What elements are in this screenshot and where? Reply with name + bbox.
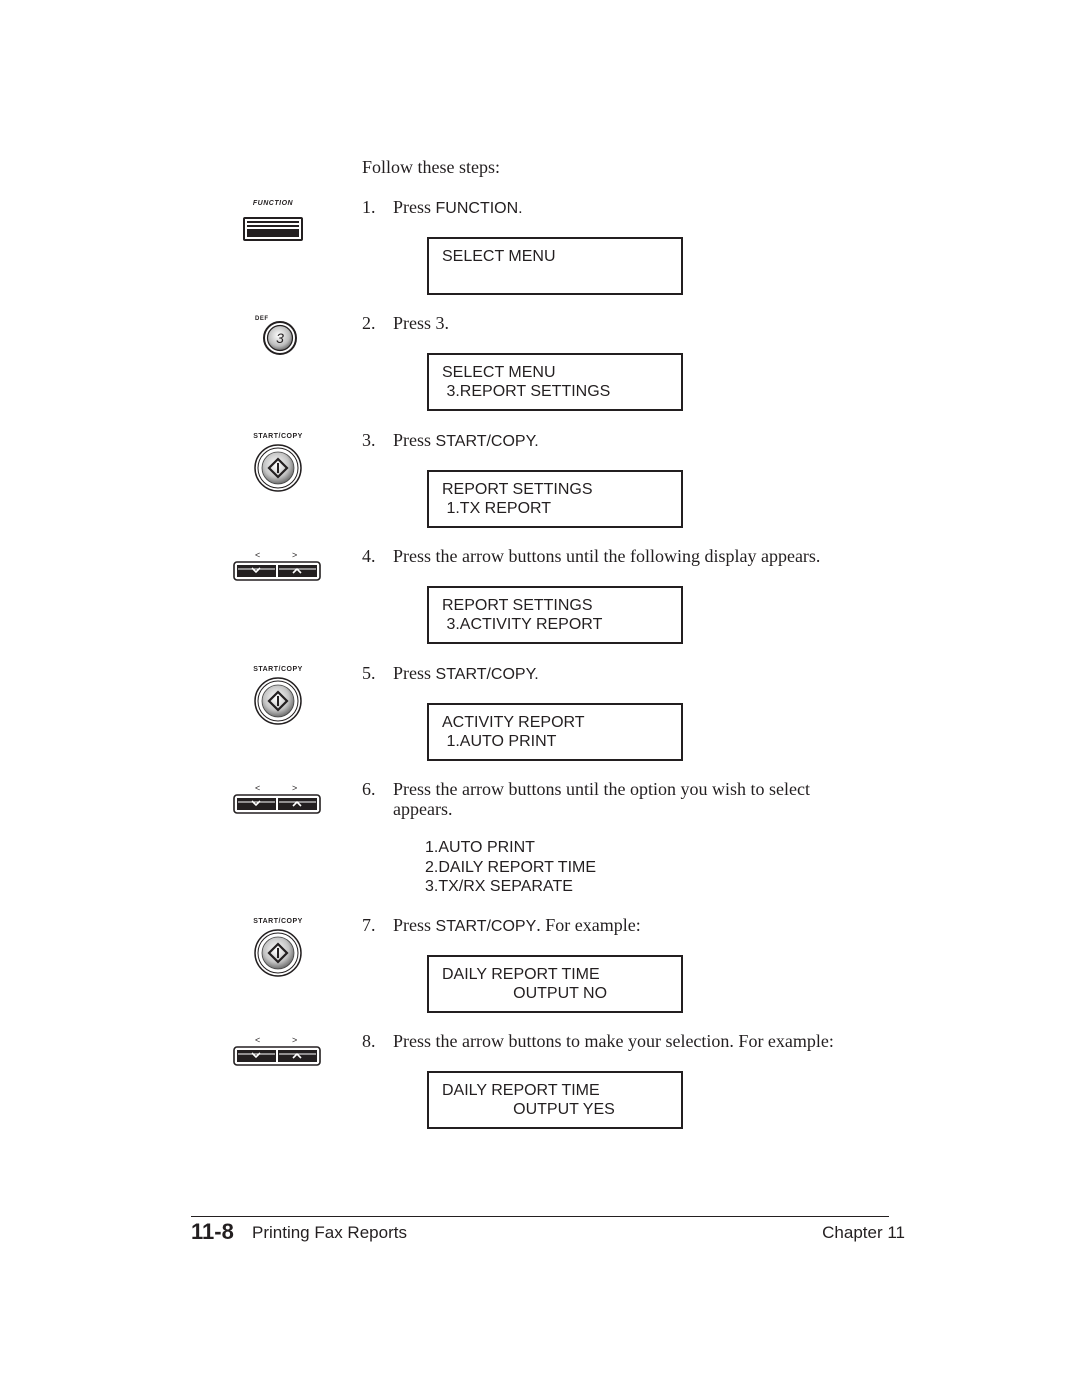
lcd-line-1: DAILY REPORT TIME [442,966,600,983]
lcd-line-1: SELECT MENU [442,364,556,381]
lcd-line-1: DAILY REPORT TIME [442,1082,600,1099]
intro-text: Follow these steps: [362,157,500,177]
lcd-line-2: 1.TX REPORT [442,500,552,517]
lcd-line-1: ACTIVITY REPORT [442,714,585,731]
start-copy-key: START/COPY [250,666,306,727]
lcd-line-2: OUTPUT YES [442,1101,615,1118]
option-item: 2.DAILY REPORT TIME [425,858,597,876]
lcd-line-1: REPORT SETTINGS [442,597,593,614]
step-text: Press START/COPY. [393,663,873,685]
step-text-after: . [518,200,523,217]
lcd-line-1: SELECT MENU [442,248,556,265]
lcd-display: REPORT SETTINGS 1.TX REPORT [427,470,683,528]
step-number: 3. [362,430,376,450]
arrow-right-label: > [292,1035,298,1045]
number-3-key: DEF 3 [255,316,301,356]
step-text: Press the arrow buttons to make your sel… [393,1031,834,1051]
step-number: 8. [362,1031,376,1051]
step-text-after: . [444,313,450,333]
lcd-display: DAILY REPORT TIME OUTPUT YES [427,1071,683,1129]
function-key-label: FUNCTION [252,200,294,207]
lcd-display: SELECT MENU [427,237,683,295]
step-key-name: START/COPY [435,666,535,683]
step-key-name: 3 [435,313,445,333]
step-text: Press the arrow buttons until the follow… [393,546,821,566]
page-number: 11-8 [191,1219,234,1244]
arrow-right-label: > [292,550,298,560]
arrow-keys-icon [233,561,321,581]
arrow-left-label: < [255,550,261,560]
step-text-before: Press [393,197,436,217]
step-text-before: Press [393,915,436,935]
step-number: 5. [362,663,376,683]
start-copy-key-icon [254,929,302,977]
arrow-keys-icon [233,794,321,814]
option-item: 1.AUTO PRINT [425,839,535,856]
arrow-right-label: > [292,783,298,793]
arrow-left-label: < [255,783,261,793]
lcd-line-2: 1.AUTO PRINT [442,733,557,750]
step-text: Press START/COPY. [393,430,873,452]
step-text-after: . [534,433,539,450]
option-item: 3.TX/RX SEPARATE [425,878,573,895]
step-text-before: Press [393,663,436,683]
arrow-left-label: < [255,1035,261,1045]
step-text-before: Press [393,430,436,450]
lcd-display: ACTIVITY REPORT 1.AUTO PRINT [427,703,683,761]
chapter-label: Chapter 11 [822,1223,905,1242]
start-copy-key-icon [254,677,302,725]
step-text-after: . [534,666,539,683]
section-title: Printing Fax Reports [252,1223,407,1242]
function-key: FUNCTION [243,200,303,243]
lcd-display: REPORT SETTINGS 3.ACTIVITY REPORT [427,586,683,644]
step-key-name: START/COPY [435,433,535,450]
step-key-name: START/COPY [435,918,537,935]
number-3-key-icon: 3 [263,321,297,355]
option-list: 1.AUTO PRINT 2.DAILY REPORT TIME 3.TX/RX… [425,838,596,897]
step-text-after: . For example: [536,915,641,935]
function-key-icon [243,217,303,241]
step-number: 2. [362,313,376,333]
step-text: Press the arrow buttons until the option… [393,779,810,819]
footer-divider [191,1216,889,1217]
start-copy-key-icon [254,444,302,492]
start-copy-key-label: START/COPY [253,666,303,673]
start-copy-key-label: START/COPY [253,918,303,925]
step-number: 1. [362,197,376,217]
arrow-keys-icon [233,1046,321,1066]
key-glyph: 3 [276,330,284,346]
start-copy-key: START/COPY [250,433,306,494]
lcd-line-2: 3.ACTIVITY REPORT [442,616,603,633]
step-text: Press START/COPY. For example: [393,915,873,937]
step-number: 7. [362,915,376,935]
start-copy-key: START/COPY [250,918,306,979]
lcd-line-2: 3.REPORT SETTINGS [442,383,611,400]
lcd-line-2: OUTPUT NO [442,985,608,1002]
step-key-name: FUNCTION [435,200,519,217]
step-text: Press 3. [393,313,873,333]
start-copy-key-label: START/COPY [253,433,303,440]
step-number: 4. [362,546,376,566]
step-number: 6. [362,779,376,799]
lcd-line-1: REPORT SETTINGS [442,481,593,498]
step-text: Press FUNCTION. [393,197,873,219]
lcd-display: DAILY REPORT TIME OUTPUT NO [427,955,683,1013]
lcd-display: SELECT MENU 3.REPORT SETTINGS [427,353,683,411]
step-text-before: Press [393,313,436,333]
